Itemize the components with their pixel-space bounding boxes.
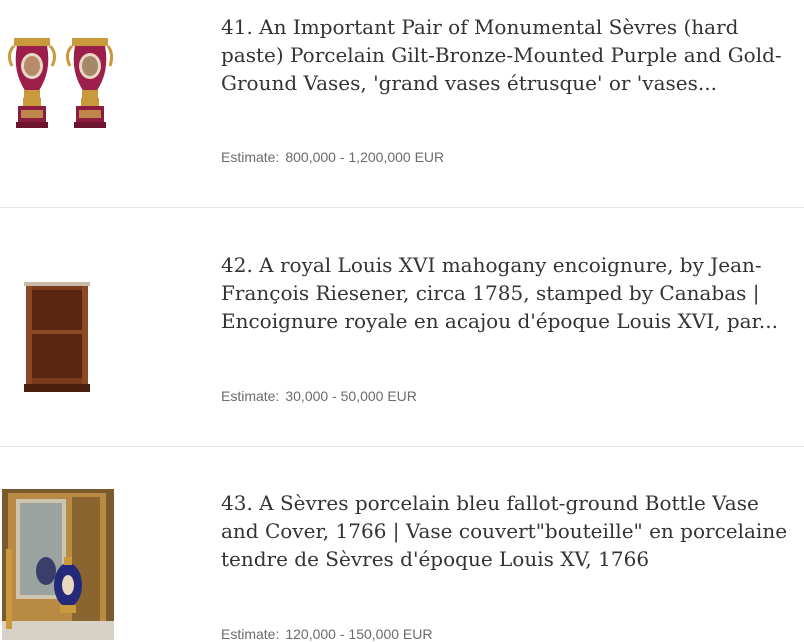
lot-card-41[interactable]: 41. An Important Pair of Monumental Sèvr… [0, 0, 804, 207]
lot-card-42[interactable]: 42. A royal Louis XVI mahogany encoignur… [0, 226, 804, 446]
estimate-label: Estimate: [221, 149, 280, 165]
encoignure [24, 282, 90, 392]
lot-43-title[interactable]: 43. A Sèvres porcelain bleu fallot-groun… [221, 489, 796, 573]
estimate-value: 800,000 - 1,200,000 EUR [285, 149, 445, 165]
lot-divider [0, 446, 804, 447]
estimate-label: Estimate: [221, 388, 280, 404]
vase-right [65, 38, 114, 128]
estimate-value: 30,000 - 50,000 EUR [285, 388, 417, 404]
vase-left [7, 38, 57, 128]
lot-43-image[interactable] [2, 489, 114, 640]
lot-41-estimate: Estimate: 800,000 - 1,200,000 EUR [221, 149, 444, 165]
lot-divider [0, 207, 804, 208]
lot-42-title[interactable]: 42. A royal Louis XVI mahogany encoignur… [221, 251, 796, 335]
interior-scene [2, 489, 114, 640]
lot-card-43[interactable]: 43. A Sèvres porcelain bleu fallot-groun… [0, 465, 804, 642]
lot-41-title[interactable]: 41. An Important Pair of Monumental Sèvr… [221, 13, 796, 97]
lot-42-image[interactable] [22, 280, 94, 396]
lot-41-image[interactable] [4, 26, 114, 130]
lot-42-estimate: Estimate: 30,000 - 50,000 EUR [221, 388, 417, 404]
